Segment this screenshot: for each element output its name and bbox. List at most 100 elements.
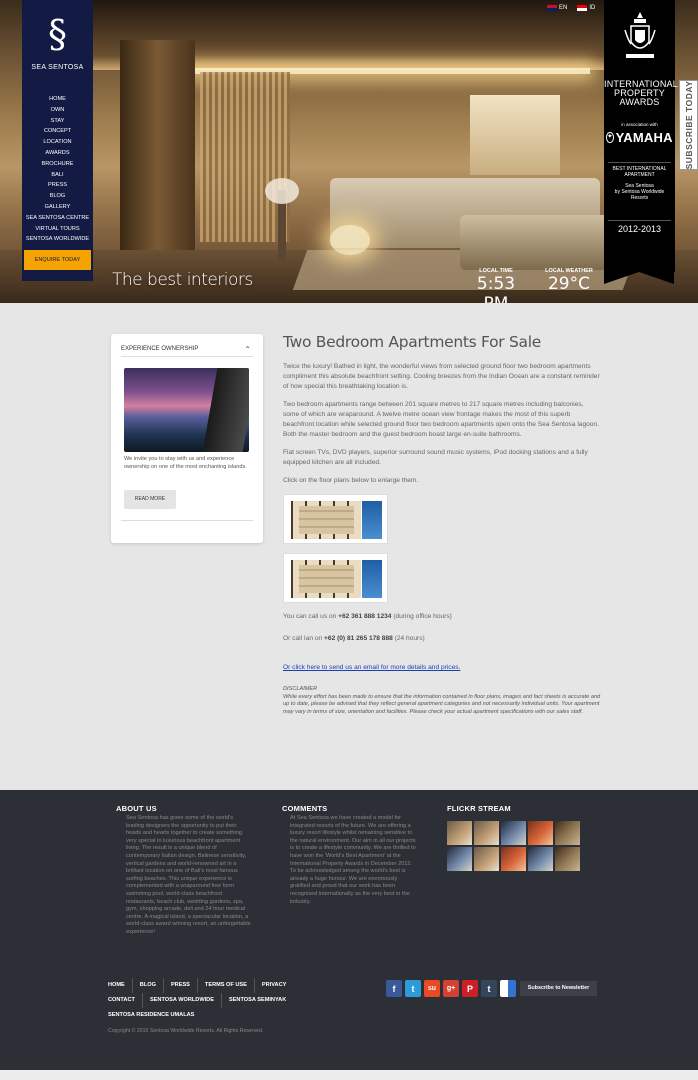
disclaimer-title: DISCLAIMER: [283, 686, 318, 692]
widget-title: EXPERIENCE OWNERSHIP: [121, 346, 199, 352]
footer-link-sentosa-seminyak[interactable]: SENTOSA SEMINYAK: [222, 993, 293, 1008]
flickr-photo[interactable]: [528, 821, 553, 845]
main-navigation-panel: § SEA SENTOSA HOME OWN STAY CONCEPT LOCA…: [22, 0, 93, 281]
nav-item-awards[interactable]: AWARDS: [22, 148, 93, 159]
pinterest-icon[interactable]: P: [462, 980, 478, 997]
flickr-photo[interactable]: [447, 821, 472, 845]
read-more-button[interactable]: READ MORE: [124, 490, 176, 509]
sponsor-name: YAMAHA: [615, 130, 673, 145]
widget-divider: [121, 520, 253, 521]
page-title: Two Bedroom Apartments For Sale: [283, 333, 541, 351]
stumbleupon-icon[interactable]: su: [424, 980, 440, 997]
footer-link-privacy[interactable]: PRIVACY: [255, 978, 293, 993]
footer-nav: HOME BLOG PRESS TERMS OF USE PRIVACY CON…: [108, 978, 304, 1023]
award-assoc: in association with: [621, 122, 658, 127]
local-time: LOCAL TIME 5:53 PM: [466, 268, 526, 303]
sea-sentosa-logo-icon[interactable]: §: [22, 14, 93, 54]
sunset-pool-photo: [124, 368, 249, 452]
property-award-badge[interactable]: INTERNATIONAL PROPERTY AWARDS in associa…: [604, 0, 678, 284]
footer-link-terms[interactable]: TERMS OF USE: [198, 978, 255, 993]
nav-item-home[interactable]: HOME: [22, 94, 93, 105]
call-ian-suffix: (24 hours): [392, 635, 425, 642]
flickr-photo[interactable]: [555, 821, 580, 845]
local-weather-value: 29°C: [547, 274, 590, 294]
chevron-up-icon[interactable]: ⌃: [244, 342, 251, 357]
local-time-value: 5:53 PM: [476, 274, 516, 303]
language-en[interactable]: EN: [547, 5, 567, 11]
nav-item-concept[interactable]: CONCEPT: [22, 126, 93, 137]
local-weather: LOCAL WEATHER 29°C: [544, 268, 594, 294]
nav-item-own[interactable]: OWN: [22, 105, 93, 116]
twitter-icon[interactable]: t: [405, 980, 421, 997]
flickr-photo[interactable]: [528, 847, 553, 871]
footer-link-sentosa-residence-umalas[interactable]: SENTOSA RESIDENCE UMALAS: [108, 1008, 201, 1023]
social-links: f t su g+ P t: [386, 980, 516, 997]
flickr-photo[interactable]: [501, 821, 526, 845]
tumblr-icon[interactable]: t: [481, 980, 497, 997]
content-paragraph: Flat screen TVs, DVD players, superior s…: [283, 449, 588, 466]
award-crest-icon: [624, 12, 656, 58]
nav-item-bali[interactable]: BALI: [22, 170, 93, 181]
nav-item-sea-sentosa-centre[interactable]: SEA SENTOSA CENTRE: [22, 213, 93, 224]
call-ian-prefix: Or call Ian on: [283, 635, 325, 642]
disclaimer: DISCLAIMER While every effort has been m…: [283, 686, 601, 716]
google-plus-icon[interactable]: g+: [443, 980, 459, 997]
disclaimer-text: While every effort has been made to ensu…: [283, 693, 601, 715]
language-id[interactable]: ID: [577, 5, 595, 11]
delicious-icon[interactable]: [500, 980, 516, 997]
hero-banner: The best interiors LOCAL TIME 5:53 PM LO…: [0, 0, 698, 303]
floor-plan-thumbnail-2[interactable]: [283, 553, 388, 603]
award-category: BEST INTERNATIONAL APARTMENT: [608, 162, 671, 178]
nav-item-blog[interactable]: BLOG: [22, 191, 93, 202]
flickr-photo[interactable]: [474, 821, 499, 845]
footer-link-press[interactable]: PRESS: [164, 978, 198, 993]
content-paragraph: Two bedroom apartments range between 201…: [283, 401, 599, 438]
content-paragraph: Twice the luxury! Bathed in light, the w…: [283, 363, 600, 390]
call-office-suffix: (during office hours): [391, 613, 452, 620]
floor-plan-thumbnail-1[interactable]: [283, 494, 388, 544]
award-entry: Sea Sentosa by Sentosa Worldwide Resorts: [608, 183, 671, 201]
page-bottom-bar: [0, 1070, 698, 1080]
award-year: 2012-2013: [608, 220, 671, 234]
subscribe-today-tab[interactable]: SUBSCRIBE TODAY: [679, 80, 698, 170]
call-ian: Or call Ian on +62 (0) 81 265 178 888 (2…: [283, 634, 601, 644]
main-nav: HOME OWN STAY CONCEPT LOCATION AWARDS BR…: [22, 94, 93, 245]
call-office-prefix: You can call us on: [283, 613, 339, 620]
nav-item-location[interactable]: LOCATION: [22, 137, 93, 148]
footer-link-sentosa-worldwide[interactable]: SENTOSA WORLDWIDE: [143, 993, 222, 1008]
subscribe-newsletter-button[interactable]: Subscribe to Newsletter: [520, 981, 597, 996]
nav-item-brochure[interactable]: BROCHURE: [22, 159, 93, 170]
nav-item-virtual-tours[interactable]: VIRTUAL TOURS: [22, 224, 93, 235]
footer-link-blog[interactable]: BLOG: [133, 978, 164, 993]
flickr-photo[interactable]: [555, 847, 580, 871]
footer-link-home[interactable]: HOME: [108, 978, 133, 993]
call-office: You can call us on +62 361 888 1234 (dur…: [283, 612, 601, 622]
language-switcher: EN ID: [547, 5, 595, 11]
language-id-label: ID: [589, 5, 596, 11]
footer-comments: COMMENTS At Sea Sentosa we have created …: [282, 804, 417, 906]
facebook-icon[interactable]: f: [386, 980, 402, 997]
nav-item-sentosa-worldwide[interactable]: SENTOSA WORLDWIDE: [22, 234, 93, 245]
comments-text: At Sea Sentosa we have created a model f…: [290, 815, 416, 905]
footer-link-contact[interactable]: CONTACT: [108, 993, 143, 1008]
brand-name[interactable]: SEA SENTOSA: [22, 64, 93, 71]
nav-item-gallery[interactable]: GALLERY: [22, 202, 93, 213]
content-paragraph: Click on the floor plans below to enlarg…: [283, 477, 419, 484]
about-heading: ABOUT US: [116, 804, 157, 813]
footer-about: ABOUT US Sea Sentosa has given some of t…: [116, 804, 252, 937]
language-en-label: EN: [559, 5, 568, 11]
copyright: Copyright © 2015 Sentosa Worldwide Resor…: [108, 1028, 264, 1034]
office-phone-number[interactable]: +62 361 888 1234: [338, 613, 391, 620]
uk-flag-icon: [547, 5, 557, 11]
yamaha-emblem-icon: ✦: [606, 132, 614, 143]
email-enquiry-link[interactable]: Or click here to send us an email for mo…: [283, 664, 460, 671]
flickr-photo[interactable]: [447, 847, 472, 871]
nav-item-press[interactable]: PRESS: [22, 180, 93, 191]
widget-header[interactable]: EXPERIENCE OWNERSHIP ⌃: [121, 342, 253, 357]
ian-phone-number[interactable]: +62 (0) 81 265 178 888: [324, 635, 393, 642]
enquire-today-button[interactable]: ENQUIRE TODAY: [24, 250, 91, 270]
comments-heading: COMMENTS: [282, 804, 328, 813]
flickr-photo[interactable]: [501, 847, 526, 871]
flickr-photo[interactable]: [474, 847, 499, 871]
nav-item-stay[interactable]: STAY: [22, 116, 93, 127]
